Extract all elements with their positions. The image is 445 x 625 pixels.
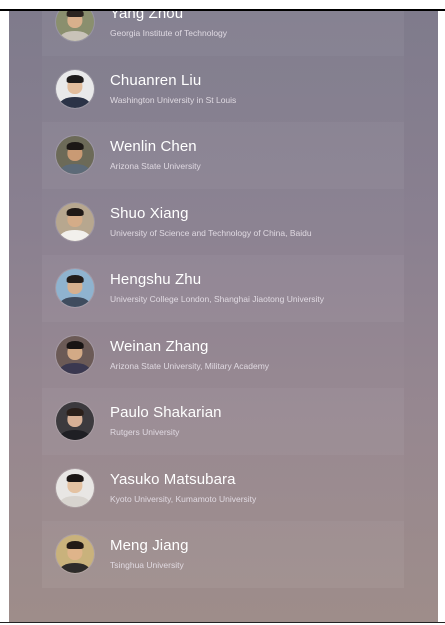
bottom-rule: [0, 622, 445, 623]
person-affiliation: Kyoto University, Kumamoto University: [110, 493, 257, 504]
person-name: Paulo Shakarian: [110, 404, 222, 422]
person-name: Hengshu Zhu: [110, 271, 202, 289]
people-panel: Yang Zhou Georgia Institute of Technolog…: [9, 11, 438, 622]
avatar: [56, 468, 94, 507]
person-name: Meng Jiang: [110, 537, 189, 555]
avatar: [56, 535, 94, 574]
person-name: Yasuko Matsubara: [110, 470, 236, 488]
avatar: [56, 11, 94, 42]
list-item[interactable]: Paulo Shakarian Rutgers University: [42, 388, 404, 455]
list-item[interactable]: Wenlin Chen Arizona State University: [42, 122, 404, 189]
avatar: [56, 136, 94, 175]
list-item[interactable]: Chuanren Liu Washington University in St…: [42, 56, 404, 123]
person-affiliation: Arizona State University: [110, 161, 201, 172]
list-item[interactable]: Weinan Zhang Arizona State University, M…: [42, 322, 404, 389]
person-affiliation: Arizona State University, Military Acade…: [110, 360, 270, 371]
people-list: Yang Zhou Georgia Institute of Technolog…: [42, 11, 404, 588]
list-item[interactable]: Yasuko Matsubara Kyoto University, Kumam…: [42, 455, 404, 522]
list-item[interactable]: Yang Zhou Georgia Institute of Technolog…: [42, 11, 404, 56]
person-name: Yang Zhou: [110, 11, 184, 23]
avatar: [56, 402, 94, 441]
person-affiliation: Georgia Institute of Technology: [110, 28, 228, 39]
person-affiliation: Rutgers University: [110, 427, 180, 438]
avatar: [56, 269, 94, 308]
list-item[interactable]: Hengshu Zhu University College London, S…: [42, 255, 404, 322]
avatar: [56, 335, 94, 374]
list-item[interactable]: Shuo Xiang University of Science and Tec…: [42, 189, 404, 256]
person-affiliation: Tsinghua University: [110, 560, 184, 571]
avatar: [56, 202, 94, 241]
person-name: Chuanren Liu: [110, 71, 202, 89]
avatar: [56, 69, 94, 108]
person-affiliation: Washington University in St Louis: [110, 94, 237, 105]
person-affiliation: University of Science and Technology of …: [110, 227, 312, 238]
person-name: Weinan Zhang: [110, 337, 209, 355]
person-name: Shuo Xiang: [110, 204, 189, 222]
person-affiliation: University College London, Shanghai Jiao…: [110, 294, 325, 305]
list-item[interactable]: Meng Jiang Tsinghua University: [42, 521, 404, 588]
person-name: Wenlin Chen: [110, 138, 197, 156]
